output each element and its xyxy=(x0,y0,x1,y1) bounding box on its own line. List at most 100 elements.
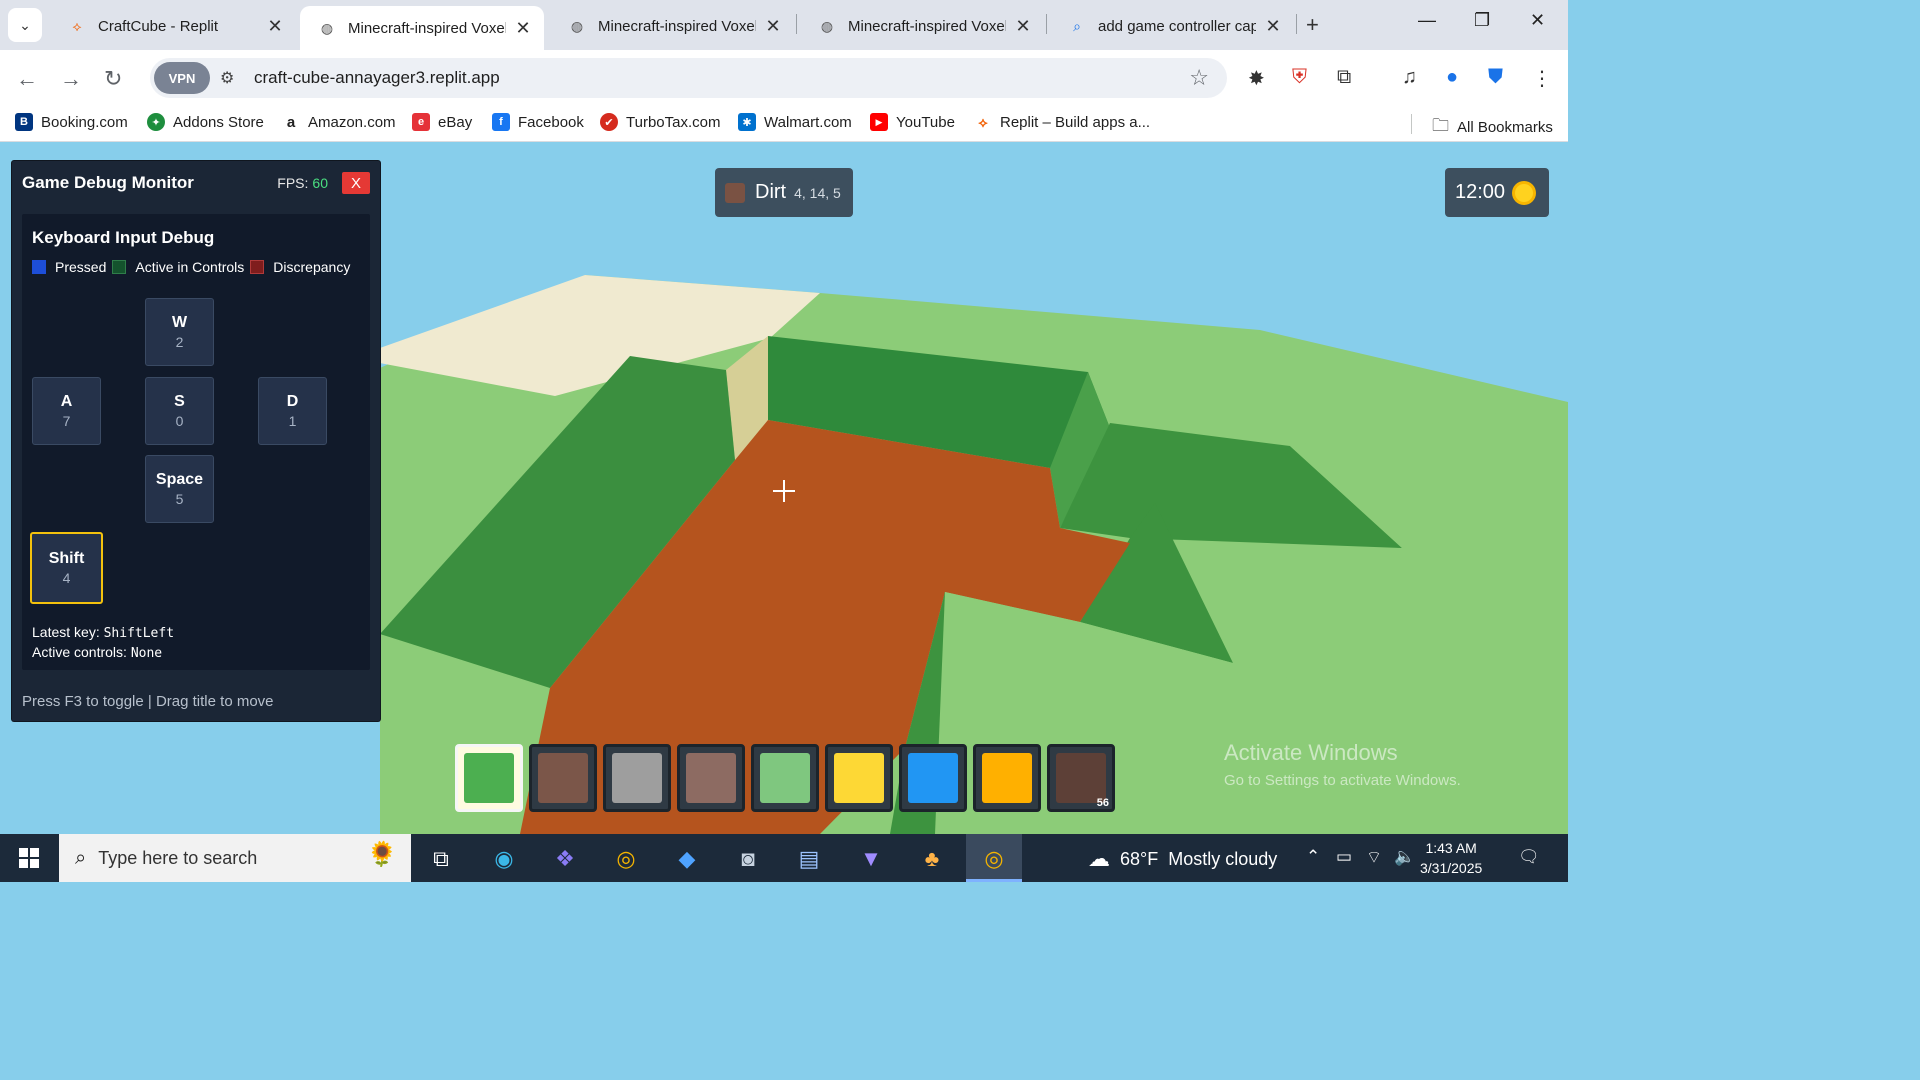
hotbar-slot[interactable] xyxy=(825,744,893,812)
weather-temp: 68°F xyxy=(1120,848,1159,869)
bookmark-booking[interactable]: B Booking.com xyxy=(15,113,128,131)
active-controls-value: None xyxy=(130,646,163,661)
notifications-icon[interactable]: 🗨 xyxy=(1518,847,1540,867)
hotbar-slot[interactable] xyxy=(529,744,597,812)
clock-date: 3/31/2025 xyxy=(1420,860,1483,876)
key-label: S xyxy=(174,393,185,410)
document-app-icon[interactable]: ▤ xyxy=(794,846,824,872)
bookmark-walmart[interactable]: ✱ Walmart.com xyxy=(738,113,852,131)
globe-icon: ◍ xyxy=(320,19,334,36)
tab-voxel-active[interactable]: ◍ Minecraft-inspired Voxel ✕ xyxy=(300,6,544,50)
new-tab-icon[interactable]: + xyxy=(1306,12,1319,38)
key-label: D xyxy=(286,393,299,410)
wifi-icon[interactable]: ⌔ xyxy=(1366,847,1382,868)
url-text[interactable]: craft-cube-annayager3.replit.app xyxy=(254,68,500,88)
bookmark-addons-store[interactable]: ✦ Addons Store xyxy=(147,113,264,131)
youtube-icon: ▶ xyxy=(870,113,888,131)
forward-icon[interactable]: → xyxy=(60,66,82,92)
windows-start-icon[interactable] xyxy=(19,848,39,868)
close-tab-icon[interactable]: ✕ xyxy=(514,18,532,39)
all-bookmarks-button[interactable]: 🗀 All Bookmarks xyxy=(1432,113,1553,142)
tab-search-button[interactable]: ⌄ xyxy=(8,8,42,42)
hotbar-slot[interactable]: 56 xyxy=(1047,744,1115,812)
bookmarks-bar: B Booking.com ✦ Addons Store a Amazon.co… xyxy=(0,106,1568,142)
address-bar[interactable]: VPN ⚙ craft-cube-annayager3.replit.app ☆ xyxy=(150,58,1227,98)
facebook-icon: f xyxy=(492,113,510,131)
system-clock[interactable]: 1:43 AM 3/31/2025 xyxy=(1420,838,1482,878)
hotbar-slot[interactable] xyxy=(751,744,819,812)
task-view-icon[interactable]: ⧉ xyxy=(426,846,456,872)
tab-craftcube-replit[interactable]: ⟡ CraftCube - Replit ✕ xyxy=(50,6,296,46)
site-info-icon[interactable]: ⚙ xyxy=(220,68,234,88)
chrome-icon[interactable]: ◎ xyxy=(611,846,641,872)
hotbar-slot[interactable] xyxy=(973,744,1041,812)
kodi-icon[interactable]: ◆ xyxy=(672,846,702,872)
close-tab-icon[interactable]: ✕ xyxy=(1264,16,1282,37)
camera-icon[interactable]: ◙ xyxy=(733,846,763,872)
hotbar-slot[interactable] xyxy=(603,744,671,812)
search-icon: ⌕ xyxy=(1073,17,1081,34)
debug-title: Game Debug Monitor xyxy=(22,173,194,192)
chrome-active-icon[interactable]: ◎ xyxy=(979,846,1009,872)
tab-search-controller[interactable]: ⌕ add game controller cap ✕ xyxy=(1050,6,1294,46)
drink-app-icon[interactable]: ♣ xyxy=(917,846,947,872)
vpn-app-icon[interactable]: ▼ xyxy=(856,846,886,872)
profile-avatar-icon[interactable]: ● xyxy=(1446,66,1458,89)
turbotax-icon: ✔ xyxy=(600,113,618,131)
minimize-icon[interactable]: — xyxy=(1418,10,1436,31)
debug-title-bar[interactable]: Game Debug Monitor FPS: 60 X xyxy=(12,161,380,205)
block-swatch xyxy=(612,753,662,803)
key-a: A 7 xyxy=(32,377,101,445)
taskbar-search[interactable]: ⌕ Type here to search 🌻 xyxy=(59,834,411,882)
bookmark-replit[interactable]: ⟡ Replit – Build apps a... xyxy=(974,113,1150,131)
bookmark-star-icon[interactable]: ☆ xyxy=(1189,65,1209,91)
bookmark-ebay[interactable]: e eBay xyxy=(412,113,472,131)
security-extension-icon[interactable]: ⛊ xyxy=(1488,66,1503,89)
close-tab-icon[interactable]: ✕ xyxy=(764,16,782,37)
edge-icon[interactable]: ◉ xyxy=(489,846,519,872)
crosshair xyxy=(773,480,795,502)
close-tab-icon[interactable]: ✕ xyxy=(1014,16,1032,37)
bookmark-amazon[interactable]: a Amazon.com xyxy=(282,113,396,131)
bookmark-label: TurboTax.com xyxy=(626,113,721,131)
shield-extension-icon[interactable]: ⛨ xyxy=(1292,66,1307,89)
extension-puzzle-icon[interactable]: ✸ xyxy=(1248,66,1265,91)
key-w: W 2 xyxy=(145,298,214,366)
close-window-icon[interactable]: ✕ xyxy=(1530,10,1545,31)
slot-count: 56 xyxy=(1096,797,1109,809)
hotbar-slot[interactable] xyxy=(899,744,967,812)
extensions-icon[interactable]: ⧉ xyxy=(1337,66,1351,89)
menu-kebab-icon[interactable]: ⋮ xyxy=(1532,66,1552,91)
copilot-icon[interactable]: ❖ xyxy=(550,846,580,872)
restore-icon[interactable]: ❐ xyxy=(1474,10,1490,31)
tab-title: CraftCube - Replit xyxy=(98,17,219,35)
bookmark-label: YouTube xyxy=(896,113,955,131)
close-tab-icon[interactable]: ✕ xyxy=(266,16,284,37)
reload-icon[interactable]: ↻ xyxy=(104,66,122,92)
hotbar-slot[interactable] xyxy=(677,744,745,812)
show-hidden-icons-icon[interactable]: ⌃ xyxy=(1306,847,1320,867)
debug-close-button[interactable]: X xyxy=(342,172,370,194)
latest-key-value: ShiftLeft xyxy=(103,626,175,641)
key-space: Space 5 xyxy=(145,455,214,523)
meet-now-icon[interactable]: ▭ xyxy=(1336,847,1352,867)
bookmark-facebook[interactable]: f Facebook xyxy=(492,113,584,131)
hotbar-slot[interactable] xyxy=(455,744,523,812)
vpn-badge[interactable]: VPN xyxy=(154,62,210,94)
tab-voxel-3[interactable]: ◍ Minecraft-inspired Voxel ✕ xyxy=(800,6,1044,46)
weather-widget[interactable]: ☁ 68°F Mostly cloudy xyxy=(1088,846,1277,872)
game-canvas[interactable]: Dirt 4, 14, 5 12:00 56 Activate Windows … xyxy=(0,148,1568,834)
volume-icon[interactable]: 🔈 xyxy=(1394,847,1415,867)
block-swatch xyxy=(1056,753,1106,803)
bookmark-turbotax[interactable]: ✔ TurboTax.com xyxy=(600,113,720,131)
ebay-icon: e xyxy=(412,113,430,131)
back-icon[interactable]: ← xyxy=(16,66,38,92)
key-count: 7 xyxy=(62,413,71,429)
tab-voxel-2[interactable]: ◍ Minecraft-inspired Voxel ✕ xyxy=(550,6,794,46)
bookmark-youtube[interactable]: ▶ YouTube xyxy=(870,113,955,131)
media-controls-icon[interactable]: ♫ xyxy=(1402,66,1417,89)
debug-footer: Press F3 to toggle | Drag title to move xyxy=(22,693,274,710)
block-swatch xyxy=(725,182,745,203)
debug-monitor[interactable]: Game Debug Monitor FPS: 60 X Keyboard In… xyxy=(12,161,380,721)
close-label: X xyxy=(350,174,361,192)
